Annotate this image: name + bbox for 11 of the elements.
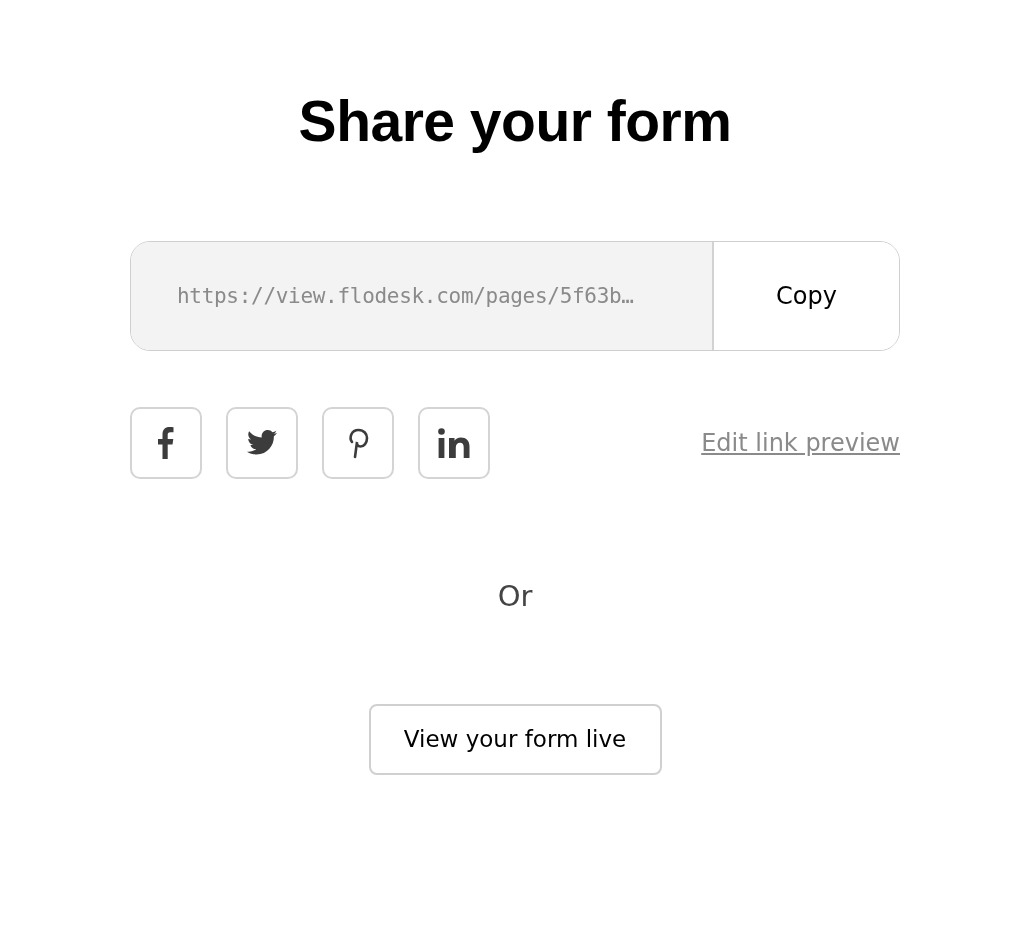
view-form-button[interactable]: View your form live [368, 703, 662, 775]
share-button[interactable] [322, 406, 394, 479]
share-button[interactable] [226, 406, 298, 479]
or-divider-text: Or [497, 578, 533, 613]
twitter-icon [247, 430, 277, 456]
page-title: Share your form [298, 90, 732, 153]
facebook-icon [158, 426, 174, 459]
share-button[interactable] [130, 406, 202, 479]
pinterest-icon [346, 426, 370, 459]
linkedin-icon [438, 427, 470, 458]
share-button[interactable] [418, 406, 490, 479]
